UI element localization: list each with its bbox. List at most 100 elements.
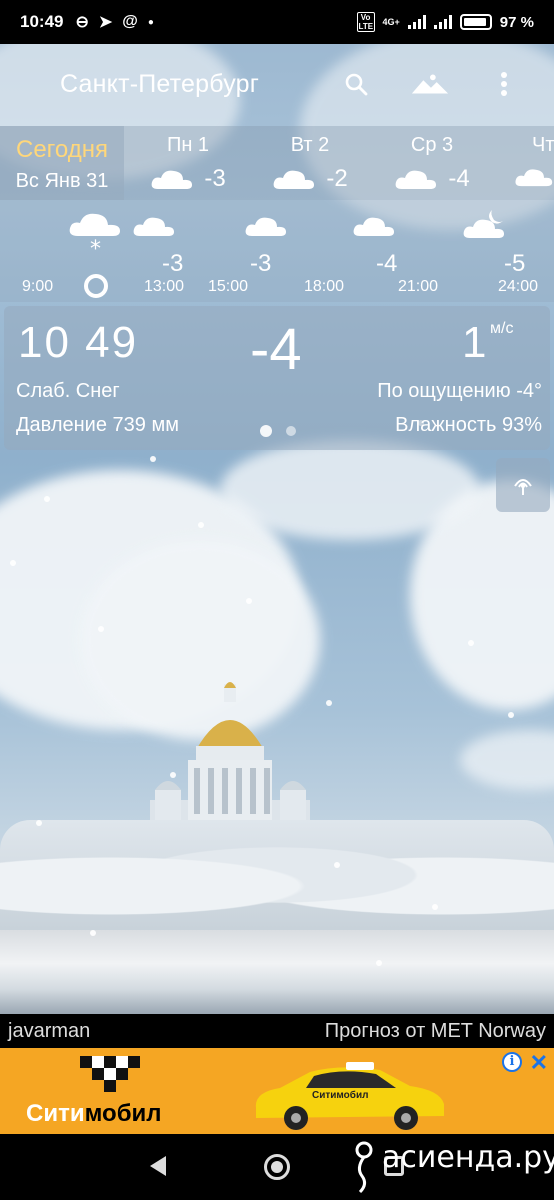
- hour-temp: -5: [504, 250, 526, 277]
- snowy-trees: [0, 820, 554, 930]
- snowflake: [36, 820, 42, 826]
- watermark-text: асиенда.ру: [382, 1140, 554, 1175]
- cloud-icon: [515, 169, 553, 187]
- page-indicator: [260, 425, 296, 437]
- snowflake: [326, 700, 332, 706]
- hour-temp: -3: [162, 250, 184, 277]
- cloud-icon: [133, 217, 174, 236]
- link-icon: ⊖: [75, 14, 89, 31]
- current-temperature: -4: [250, 317, 302, 382]
- current-conditions-card[interactable]: 10 49 -4 1 м/с Слаб. Снег По ощущению -4…: [4, 306, 550, 450]
- snowflake: [10, 560, 16, 566]
- battery-level: 97 %: [499, 13, 534, 31]
- hour-temp: -4: [376, 250, 398, 277]
- snowflake: [170, 772, 176, 778]
- telegram-icon: ➤: [98, 14, 113, 31]
- snowflake: [150, 456, 156, 462]
- dot-icon: ●: [147, 16, 154, 28]
- today-label: Сегодня: [16, 136, 108, 163]
- ad-banner[interactable]: Ситимобил Ситимобил i ✕: [0, 1048, 554, 1134]
- more-vert-icon[interactable]: [484, 64, 524, 104]
- feels-like: По ощущению -4°: [377, 380, 542, 402]
- page-dot: [260, 425, 272, 437]
- ad-car-label: Ситимобил: [312, 1090, 369, 1101]
- snowflake: [376, 960, 382, 966]
- volte-icon: Vo LTE: [356, 12, 375, 32]
- photo-author[interactable]: javarman: [8, 1020, 90, 1043]
- cloud-icon: [245, 217, 286, 236]
- network-type: 4G+: [382, 17, 400, 27]
- forecast-provider[interactable]: Прогноз от MET Norway: [325, 1020, 546, 1043]
- today-date: Вс Янв 31: [15, 170, 109, 192]
- day-item[interactable]: Чт: [494, 134, 554, 189]
- day-name: Вт 2: [290, 134, 330, 156]
- hour-time: 21:00: [398, 278, 439, 295]
- hour-time: 13:00: [144, 278, 185, 295]
- snowflake: [468, 640, 474, 646]
- day-item[interactable]: Вт 2 -2: [250, 134, 370, 193]
- svg-text:*: *: [90, 237, 101, 258]
- hour-time: 18:00: [304, 278, 345, 295]
- app-bar: Санкт-Петербург: [0, 44, 554, 124]
- hour-time: 9:00: [22, 278, 54, 295]
- day-item[interactable]: Пн 1 -3: [128, 134, 248, 193]
- day-temp: -4: [448, 165, 470, 192]
- day-name: Чт: [532, 134, 554, 156]
- snowflake: [334, 862, 340, 868]
- city-name[interactable]: Санкт-Петербург: [60, 70, 259, 99]
- back-icon[interactable]: [150, 1156, 166, 1176]
- landscape-icon[interactable]: [410, 64, 450, 104]
- hour-time: 15:00: [208, 278, 249, 295]
- snowflake: [198, 522, 204, 528]
- cloud-icon: [151, 170, 193, 189]
- radar-icon: [514, 479, 532, 495]
- ad-brand: Ситимобил: [26, 1100, 162, 1128]
- ad-brand-part1: Сити: [26, 1100, 85, 1127]
- hour-temp: -3: [250, 250, 272, 277]
- battery-icon: [459, 14, 492, 30]
- day-name: Ср 3: [410, 134, 454, 156]
- status-bar: 10:49 ⊖ ➤ @ ● Vo LTE 4G+ 97 %: [0, 0, 554, 44]
- signal-icon-2: [433, 15, 452, 29]
- current-time: 10 49: [18, 318, 139, 367]
- snowflake: [98, 626, 104, 632]
- search-icon[interactable]: [336, 64, 376, 104]
- wind-unit: м/с: [490, 320, 514, 337]
- day-temp: -2: [326, 165, 348, 192]
- daily-forecast-strip[interactable]: Сегодня Вс Янв 31 Пн 1 -3 Вт 2 -2 Ср 3 -…: [0, 126, 554, 200]
- day-temp: -3: [204, 165, 226, 192]
- snowflake: [44, 496, 50, 502]
- condition-text: Слаб. Снег: [16, 380, 120, 402]
- hourly-forecast[interactable]: * -3 -3 -4 -5 9:00 13:00 15:00 18:00 21:…: [0, 200, 554, 302]
- credits-bar: javarman Прогноз от MET Norway: [0, 1014, 554, 1048]
- snowflake: [508, 712, 514, 718]
- home-icon[interactable]: [264, 1154, 290, 1180]
- ad-brand-part2: мобил: [84, 1100, 162, 1127]
- frozen-river: [0, 930, 554, 1014]
- close-icon[interactable]: ✕: [530, 1050, 548, 1076]
- snowflake: [246, 598, 252, 604]
- cloud-shape: [460, 730, 554, 790]
- cloud-shape: [220, 440, 480, 540]
- day-name: Пн 1: [166, 134, 210, 156]
- status-time: 10:49: [20, 12, 64, 31]
- humidity: Влажность 93%: [395, 414, 542, 436]
- page-dot: [286, 426, 296, 436]
- cloud-moon-icon: [463, 210, 504, 238]
- pressure: Давление 739 мм: [16, 414, 179, 436]
- at-icon: @: [122, 13, 138, 30]
- cloud-icon: [273, 170, 315, 189]
- day-today[interactable]: Сегодня Вс Янв 31: [0, 126, 124, 200]
- signal-icon: [407, 15, 426, 29]
- watermark-logo-icon: [355, 1141, 373, 1194]
- radar-button[interactable]: [496, 458, 550, 512]
- cloud-icon: [353, 217, 394, 236]
- snowflake: [90, 930, 96, 936]
- cloud-icon: [395, 170, 437, 189]
- info-icon[interactable]: i: [502, 1052, 522, 1072]
- hour-time: 24:00: [498, 278, 539, 295]
- snow-cloud-icon: *: [69, 213, 120, 258]
- day-item[interactable]: Ср 3 -4: [372, 134, 492, 193]
- snowflake: [432, 904, 438, 910]
- current-hour-marker: [84, 274, 108, 298]
